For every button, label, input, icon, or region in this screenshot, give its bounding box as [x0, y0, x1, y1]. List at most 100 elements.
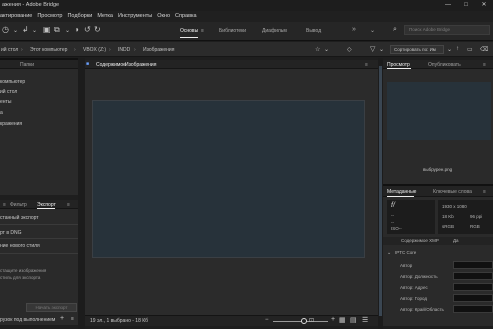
export-preset-item[interactable]: станный экспорт: [0, 215, 39, 221]
folder-item[interactable]: а: [0, 110, 3, 116]
chevron-down-icon[interactable]: ⌄: [324, 46, 329, 53]
breadcrumb-separator-icon: ›: [74, 47, 76, 53]
divider[interactable]: [383, 184, 493, 186]
list-view-icon[interactable]: ☰: [362, 316, 368, 324]
menu-icon[interactable]: ≡: [201, 28, 204, 34]
camera-icon[interactable]: ▣: [43, 25, 51, 34]
sort-order-icon[interactable]: ↑: [456, 46, 459, 52]
tab-filmstrip[interactable]: Диафильм: [262, 28, 287, 34]
search-input[interactable]: Поиск Adobe Bridge: [404, 25, 490, 35]
zoom-out-icon[interactable]: −: [265, 317, 269, 323]
field-label-author-address: Автор: Адрес: [400, 285, 428, 290]
menu-window[interactable]: Окно: [157, 11, 170, 22]
breadcrumb-indd[interactable]: INDD: [118, 47, 130, 53]
splitter[interactable]: [78, 58, 85, 329]
export-panel: ≡ Фильтр Экспорт ≡ станный экспорт рт в …: [0, 200, 78, 325]
status-text: 19 эл., 1 выбрано - 18 Кб: [90, 318, 149, 324]
tab-output[interactable]: Вывод: [306, 28, 321, 34]
export-dng-item[interactable]: рт в DNG: [0, 230, 22, 236]
tab-essentials[interactable]: Основы: [180, 28, 198, 34]
menu-icon[interactable]: ≡: [483, 62, 486, 68]
more-workspaces-button[interactable]: »: [352, 26, 356, 33]
minimize-button[interactable]: —: [439, 0, 457, 11]
folder-documents[interactable]: енты: [0, 99, 11, 105]
menu-icon[interactable]: ≡: [3, 202, 6, 208]
breadcrumb-vbox[interactable]: VBOX (Z:): [83, 47, 106, 53]
chevron-down-icon[interactable]: ⌄: [447, 46, 452, 53]
chevron-down-icon[interactable]: ⌄: [370, 27, 375, 34]
new-folder-icon[interactable]: ▭: [467, 46, 473, 53]
lock-icon[interactable]: ⊡: [309, 317, 314, 324]
tab-libraries[interactable]: Библиотеки: [219, 28, 246, 34]
tab-publish[interactable]: Опубликовать: [428, 62, 461, 68]
zoom-in-icon[interactable]: +: [331, 316, 335, 323]
breadcrumb-desktop[interactable]: ий стол: [1, 47, 18, 53]
tag-icon[interactable]: ◇: [347, 46, 352, 53]
scrollbar[interactable]: [379, 66, 382, 316]
menu-icon[interactable]: ≡: [365, 62, 368, 68]
preview-caption: выбрурен.png: [423, 167, 453, 172]
tab-metadata[interactable]: Метаданные: [387, 189, 416, 195]
history-icon[interactable]: ◷: [2, 25, 9, 34]
folder-desktop[interactable]: ий стол: [0, 89, 17, 95]
sort-dropdown[interactable]: Сортировать по: Им: [390, 45, 444, 54]
active-tab-underline: [387, 196, 414, 197]
tab-content[interactable]: Содержимое: [96, 62, 126, 68]
file-data-block: 1930 x 1080 18 Kb 96 ppi sRGB RGB: [438, 200, 493, 234]
preview-image[interactable]: [387, 82, 491, 140]
close-button[interactable]: ✕: [475, 0, 493, 11]
add-icon[interactable]: +: [60, 315, 64, 322]
start-export-button[interactable]: Начать экспорт: [26, 303, 77, 312]
refine-icon[interactable]: ⧉: [54, 25, 60, 35]
file-size-value: 18 Kb: [442, 214, 454, 219]
author-city-field[interactable]: [453, 294, 493, 302]
menu-label[interactable]: Метка: [97, 11, 113, 22]
folder-computer[interactable]: компьютер: [0, 79, 25, 85]
preview-panel: Просмотр Опубликовать ≡ выбрурен.png: [383, 60, 493, 184]
rotate-left-icon[interactable]: ↺: [84, 25, 91, 34]
iptc-section-title[interactable]: IPTC Core: [395, 250, 416, 255]
breadcrumb-images[interactable]: Изображения: [143, 47, 174, 53]
menu-stacks[interactable]: Подборки: [67, 11, 92, 22]
star-filter-icon[interactable]: ☆: [315, 46, 320, 53]
chevron-down-icon[interactable]: ⌄: [387, 250, 391, 256]
delete-icon[interactable]: ⌫: [480, 46, 488, 53]
dimensions-value: 1930 x 1080: [442, 204, 467, 209]
author-title-field[interactable]: [453, 272, 493, 280]
menu-icon[interactable]: ≡: [67, 202, 70, 208]
author-field[interactable]: [453, 261, 493, 269]
grid-view-icon[interactable]: ▦: [339, 316, 346, 324]
thumbnail-selected[interactable]: [92, 100, 365, 258]
menu-icon[interactable]: ≡: [71, 316, 74, 322]
search-icon[interactable]: ⌕: [393, 26, 397, 34]
chevron-down-icon[interactable]: ⌄: [13, 27, 18, 34]
rotate-right-icon[interactable]: ↻: [94, 25, 101, 34]
menu-tools[interactable]: Инструменты: [118, 11, 152, 22]
new-style-item[interactable]: ние нового стиля: [0, 243, 40, 249]
breadcrumb-this-pc[interactable]: Этот компьютер: [30, 47, 67, 53]
active-tab-underline: [180, 37, 198, 38]
tab-filter[interactable]: Фильтр: [10, 202, 27, 208]
tab-images[interactable]: Изображения: [125, 62, 156, 68]
tab-keywords[interactable]: Ключевые слова: [433, 189, 472, 195]
menu-icon[interactable]: ≡: [483, 189, 486, 195]
maximize-button[interactable]: □: [457, 0, 475, 11]
menu-help[interactable]: Справка: [175, 11, 197, 22]
details-view-icon[interactable]: ▤: [350, 316, 357, 324]
folder-images[interactable]: кражения: [0, 121, 22, 127]
author-address-field[interactable]: [453, 283, 493, 291]
return-icon[interactable]: ↲: [22, 25, 29, 34]
active-tab-underline: [387, 68, 411, 69]
chevron-down-icon[interactable]: ⌄: [65, 27, 70, 34]
filter-icon[interactable]: ▽: [370, 45, 375, 53]
divider: [0, 238, 78, 239]
tab-folders[interactable]: Папки: [20, 62, 34, 68]
breadcrumb-separator-icon: ›: [109, 47, 111, 53]
author-region-field[interactable]: [453, 305, 493, 313]
open-in-camera-raw-icon[interactable]: ◑: [74, 25, 79, 34]
slider-handle[interactable]: [301, 318, 307, 324]
menu-view[interactable]: Просмотр: [37, 11, 62, 22]
chevron-down-icon[interactable]: ⌄: [32, 27, 37, 34]
chevron-down-icon[interactable]: ⌄: [379, 46, 384, 53]
menu-edit[interactable]: актирование: [0, 11, 32, 22]
